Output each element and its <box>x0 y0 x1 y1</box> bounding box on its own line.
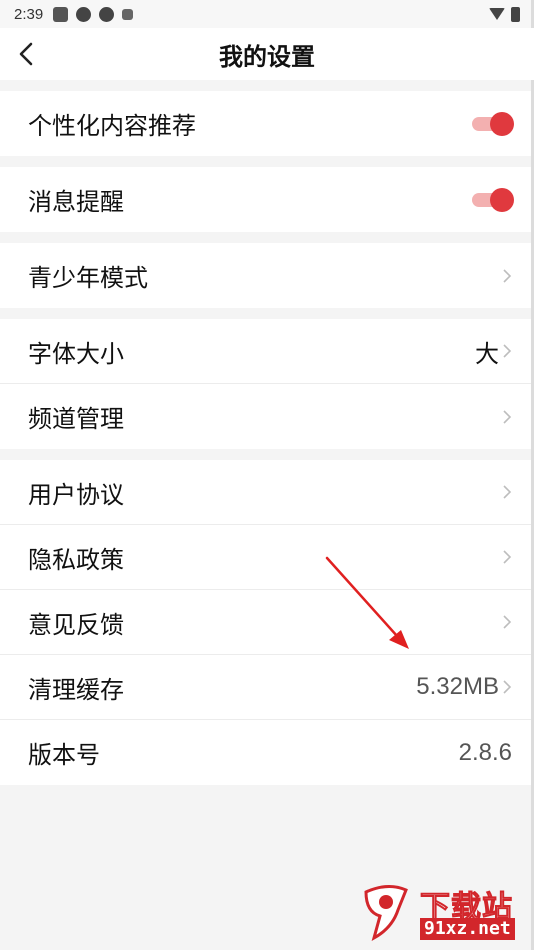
chevron-right-icon <box>503 680 512 694</box>
setting-row-privacy-policy[interactable]: 隐私政策 <box>0 525 534 590</box>
setting-label: 隐私政策 <box>28 545 124 574</box>
battery-icon <box>511 6 520 22</box>
chevron-right-icon <box>503 344 512 358</box>
setting-label: 个性化内容推荐 <box>28 112 196 140</box>
setting-row-version: 版本号 2.8.6 <box>0 720 534 785</box>
setting-row-message-reminder[interactable]: 消息提醒 <box>0 167 534 232</box>
watermark: 下载站 91xz.net <box>358 882 528 944</box>
chevron-right-icon <box>503 550 512 564</box>
setting-row-youth-mode[interactable]: 青少年模式 <box>0 243 534 308</box>
wifi-icon <box>489 8 505 20</box>
status-time: 2:39 <box>14 5 44 23</box>
setting-row-channel-manage[interactable]: 频道管理 <box>0 384 534 449</box>
settings-group-personalization: 个性化内容推荐 <box>0 91 534 156</box>
personalized-recommend-toggle[interactable] <box>472 111 514 136</box>
app-notification-icon-2 <box>99 6 115 22</box>
title-bar: 我的设置 <box>0 28 534 80</box>
app-notification-icon <box>76 6 92 22</box>
settings-group-display: 字体大小 大 频道管理 <box>0 319 534 449</box>
setting-label: 字体大小 <box>28 339 124 368</box>
message-reminder-toggle[interactable] <box>472 187 514 212</box>
settings-group-about: 用户协议 隐私政策 意见反馈 清理缓存 5.32MB 版本号 2.8.6 <box>0 460 534 785</box>
chevron-right-icon <box>503 615 512 629</box>
chevron-right-icon <box>503 268 512 283</box>
setting-label: 消息提醒 <box>28 188 124 216</box>
notification-icon <box>53 6 69 22</box>
settings-group-youth: 青少年模式 <box>0 243 534 308</box>
setting-row-user-agreement[interactable]: 用户协议 <box>0 460 534 525</box>
page-title: 我的设置 <box>219 42 315 71</box>
chevron-right-icon <box>503 485 512 499</box>
font-notification-icon <box>122 8 134 20</box>
chevron-right-icon <box>503 409 512 424</box>
back-arrow-icon[interactable] <box>14 40 40 68</box>
version-value: 2.8.6 <box>458 738 512 766</box>
watermark-logo-icon <box>364 885 408 942</box>
setting-row-personalized-recommend[interactable]: 个性化内容推荐 <box>0 91 534 156</box>
setting-label: 清理缓存 <box>28 675 124 704</box>
setting-row-font-size[interactable]: 字体大小 大 <box>0 319 534 384</box>
font-size-value: 大 <box>475 339 499 368</box>
setting-row-feedback[interactable]: 意见反馈 <box>0 590 534 655</box>
settings-group-notifications: 消息提醒 <box>0 167 534 232</box>
status-bar: 2:39 <box>0 0 534 28</box>
setting-label: 用户协议 <box>28 480 124 509</box>
setting-row-clear-cache[interactable]: 清理缓存 5.32MB <box>0 655 534 720</box>
setting-label: 版本号 <box>28 741 100 769</box>
setting-label: 频道管理 <box>28 405 124 433</box>
cache-size-value: 5.32MB <box>416 673 499 700</box>
setting-label: 青少年模式 <box>28 264 148 292</box>
setting-label: 意见反馈 <box>28 610 124 639</box>
watermark-url: 91xz.net <box>420 918 515 940</box>
